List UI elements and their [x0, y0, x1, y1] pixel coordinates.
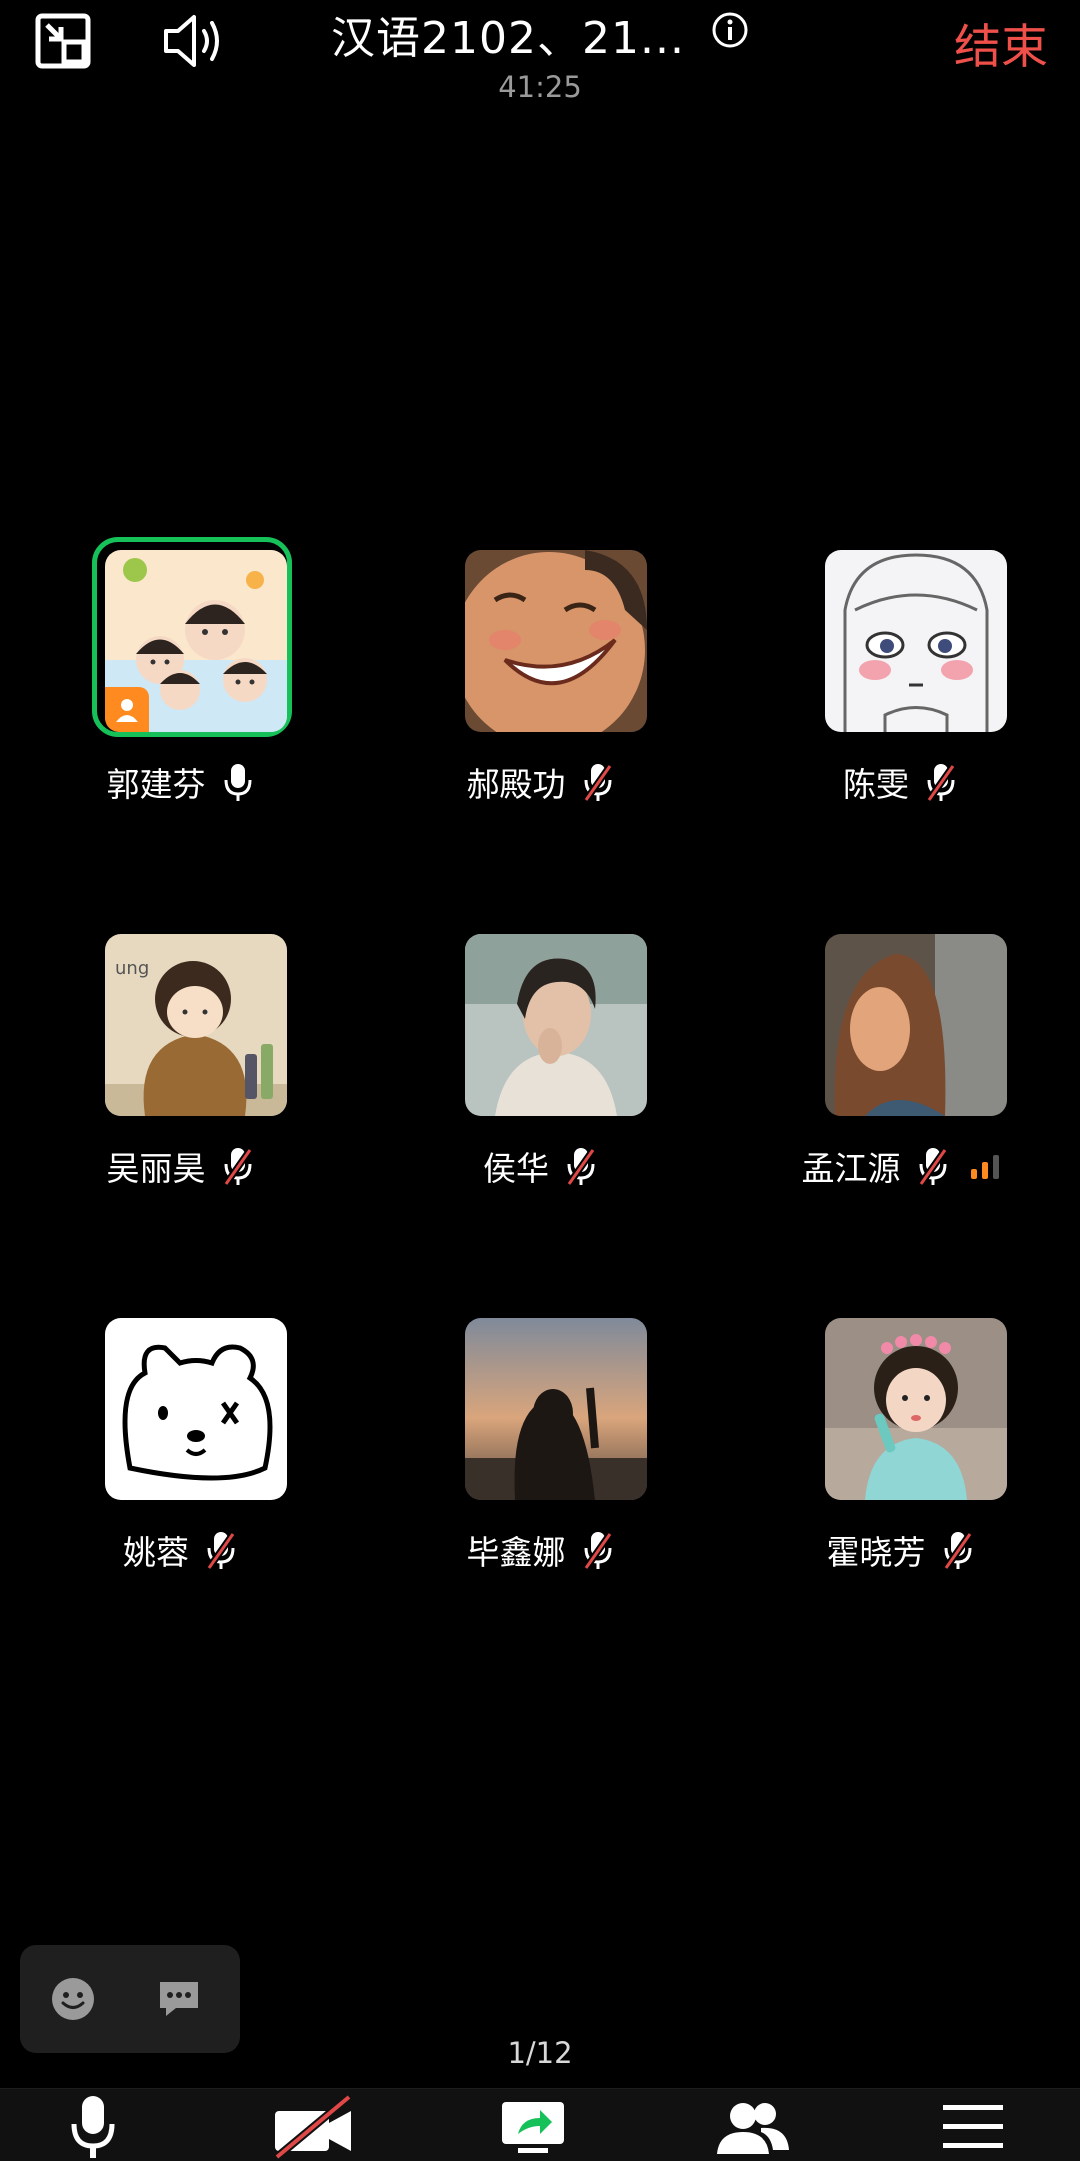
elapsed-time: 41:25 — [498, 70, 582, 104]
network-signal-icon — [970, 1153, 999, 1179]
participant-name: 姚蓉 — [123, 1533, 189, 1572]
microphone-muted-icon — [942, 1530, 974, 1571]
participant-tile[interactable]: 陈雯 — [720, 550, 1080, 850]
participant-name-row: 霍晓芳 — [720, 1526, 1080, 1574]
participant-name: 吴丽昊 — [106, 1149, 206, 1188]
photo-woman-avatar — [825, 934, 1007, 1116]
participant-name: 孟江源 — [801, 1149, 901, 1188]
top-bar: 汉语2102、21... 41:25 结束 — [0, 0, 1080, 104]
participant-name: 霍晓芳 — [826, 1533, 926, 1572]
menu-icon[interactable] — [918, 2093, 1028, 2161]
end-meeting-button[interactable]: 结束 — [954, 8, 1048, 77]
participant-name-row: 郝殿功 — [360, 758, 720, 806]
microphone-muted-icon — [582, 762, 614, 803]
participant-name: 郝殿功 — [466, 765, 566, 804]
participant-tile[interactable]: 郝殿功 — [360, 550, 720, 850]
participant-tile[interactable]: 孟江源 — [720, 934, 1080, 1234]
camera-off-icon[interactable] — [258, 2093, 368, 2161]
little-girl-avatar — [825, 1318, 1007, 1500]
microphone-muted-icon — [205, 1530, 237, 1571]
participant-name-row: 陈雯 — [720, 758, 1080, 806]
participant-tile[interactable]: 侯华 — [360, 934, 720, 1234]
microphone-muted-icon — [917, 1146, 949, 1187]
bottom-toolbar — [0, 2088, 1080, 2161]
microphone-muted-icon — [582, 1530, 614, 1571]
sunset-silhouette-avatar — [465, 1318, 647, 1500]
participant-name-row: 毕鑫娜 — [360, 1526, 720, 1574]
participant-name: 陈雯 — [843, 765, 909, 804]
participant-tile[interactable]: 郭建芬 — [0, 537, 360, 850]
microphone-muted-icon — [222, 1146, 254, 1187]
participant-name: 郭建芬 — [106, 765, 206, 804]
participant-name: 毕鑫娜 — [466, 1533, 566, 1572]
participant-name-row: 孟江源 — [720, 1142, 1080, 1190]
chat-bubble-icon[interactable] — [152, 1972, 206, 2026]
participant-tile[interactable]: ung 吴丽昊 — [0, 934, 360, 1234]
participant-name-row: 吴丽昊 — [0, 1142, 360, 1190]
bear-drawing-avatar — [105, 1318, 287, 1500]
laughing-cartoon-avatar — [465, 550, 647, 732]
info-icon[interactable] — [711, 9, 749, 60]
share-screen-icon[interactable] — [478, 2093, 588, 2161]
microphone-icon[interactable] — [38, 2093, 148, 2161]
microphone-muted-icon — [565, 1146, 597, 1187]
participants-icon[interactable] — [698, 2093, 808, 2161]
participant-tile[interactable]: 毕鑫娜 — [360, 1318, 720, 1618]
participant-name-row: 姚蓉 — [0, 1526, 360, 1574]
meeting-title-block[interactable]: 汉语2102、21... 41:25 — [0, 2, 1080, 104]
host-badge-icon — [105, 687, 149, 732]
meeting-title: 汉语2102、21... — [331, 13, 685, 64]
illustrated-woman-avatar: ung — [105, 934, 287, 1116]
microphone-on-icon — [222, 762, 254, 802]
participant-name-row: 侯华 — [360, 1142, 720, 1190]
emoji-icon[interactable] — [46, 1972, 100, 2026]
participant-tile[interactable]: 姚蓉 — [0, 1318, 360, 1618]
participant-tile[interactable]: 霍晓芳 — [720, 1318, 1080, 1618]
participant-name: 侯华 — [483, 1149, 549, 1188]
sketch-girl-avatar — [825, 550, 1007, 732]
photo-man-avatar — [465, 934, 647, 1116]
participant-name-row: 郭建芬 — [0, 758, 360, 806]
svg-text:ung: ung — [115, 958, 149, 979]
page-indicator: 1/12 — [507, 2036, 573, 2070]
microphone-muted-icon — [925, 762, 957, 803]
